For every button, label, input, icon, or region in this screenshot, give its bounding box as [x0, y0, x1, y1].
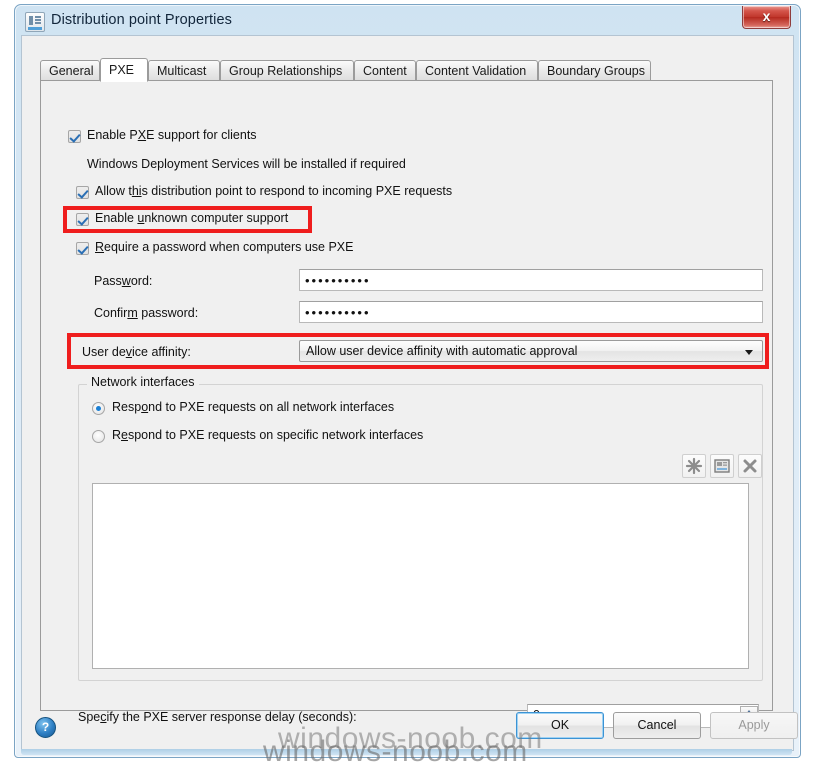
allow-respond-checkbox[interactable]: [76, 186, 89, 199]
enable-pxe-checkbox[interactable]: [68, 130, 81, 143]
require-password-label: Require a password when computers use PX…: [95, 240, 354, 254]
confirm-password-label: Confirm password:: [94, 306, 199, 320]
window-title: Distribution point Properties: [51, 12, 233, 28]
user-device-affinity-label: User device affinity:: [82, 345, 191, 359]
tab-general[interactable]: General: [40, 60, 100, 81]
new-icon: [685, 457, 703, 475]
password-label: Password:: [94, 274, 153, 288]
tab-strip: General PXE Multicast Group Relationship…: [40, 58, 773, 82]
help-icon: ?: [41, 720, 50, 734]
user-device-affinity-dropdown[interactable]: Allow user device affinity with automati…: [299, 340, 763, 362]
apply-button: Apply: [710, 712, 798, 739]
delete-icon: [743, 459, 757, 473]
wds-note: Windows Deployment Services will be inst…: [87, 157, 406, 171]
enable-unknown-computer-checkbox[interactable]: [76, 213, 89, 226]
radio-all-interfaces-label: Respond to PXE requests on all network i…: [112, 400, 395, 414]
help-button[interactable]: ?: [35, 717, 56, 738]
ok-button[interactable]: OK: [516, 712, 604, 739]
icon-accent-strip: [28, 27, 42, 30]
tab-content-validation[interactable]: Content Validation: [416, 60, 538, 81]
delete-interface-button[interactable]: [738, 454, 762, 478]
window-bottom-edge: [21, 749, 792, 755]
user-device-affinity-value: Allow user device affinity with automati…: [306, 344, 578, 358]
confirm-password-input[interactable]: ••••••••••: [299, 301, 763, 323]
chevron-down-icon: [745, 350, 753, 355]
new-interface-button[interactable]: [682, 454, 706, 478]
properties-icon: [714, 459, 730, 473]
radio-specific-interfaces[interactable]: [92, 430, 105, 443]
radio-specific-interfaces-label: Respond to PXE requests on specific netw…: [112, 428, 424, 442]
dialog-client-area: General PXE Multicast Group Relationship…: [21, 35, 794, 751]
tab-multicast[interactable]: Multicast: [148, 60, 220, 81]
enable-unknown-computer-label: Enable unknown computer support: [95, 211, 289, 225]
allow-respond-label: Allow this distribution point to respond…: [95, 184, 453, 198]
tab-boundary-groups[interactable]: Boundary Groups: [538, 60, 651, 81]
network-interfaces-list[interactable]: [92, 483, 749, 669]
close-icon: x: [762, 8, 771, 24]
require-password-checkbox[interactable]: [76, 242, 89, 255]
properties-dialog: Distribution point Properties x General …: [14, 4, 801, 758]
tab-content[interactable]: Content: [354, 60, 416, 81]
interface-properties-button[interactable]: [710, 454, 734, 478]
password-input[interactable]: ••••••••••: [299, 269, 763, 291]
enable-pxe-label: Enable PXE support for clients: [87, 128, 257, 142]
cancel-button[interactable]: Cancel: [613, 712, 701, 739]
network-interfaces-group-title: Network interfaces: [87, 375, 199, 389]
close-button[interactable]: x: [742, 6, 791, 29]
dialog-footer: ? OK Cancel Apply: [21, 705, 798, 749]
title-bar: Distribution point Properties x: [15, 5, 800, 37]
radio-all-interfaces[interactable]: [92, 402, 105, 415]
tab-group-relationships[interactable]: Group Relationships: [220, 60, 354, 81]
properties-sheet-icon: [25, 12, 45, 32]
tab-pxe[interactable]: PXE: [100, 58, 148, 82]
